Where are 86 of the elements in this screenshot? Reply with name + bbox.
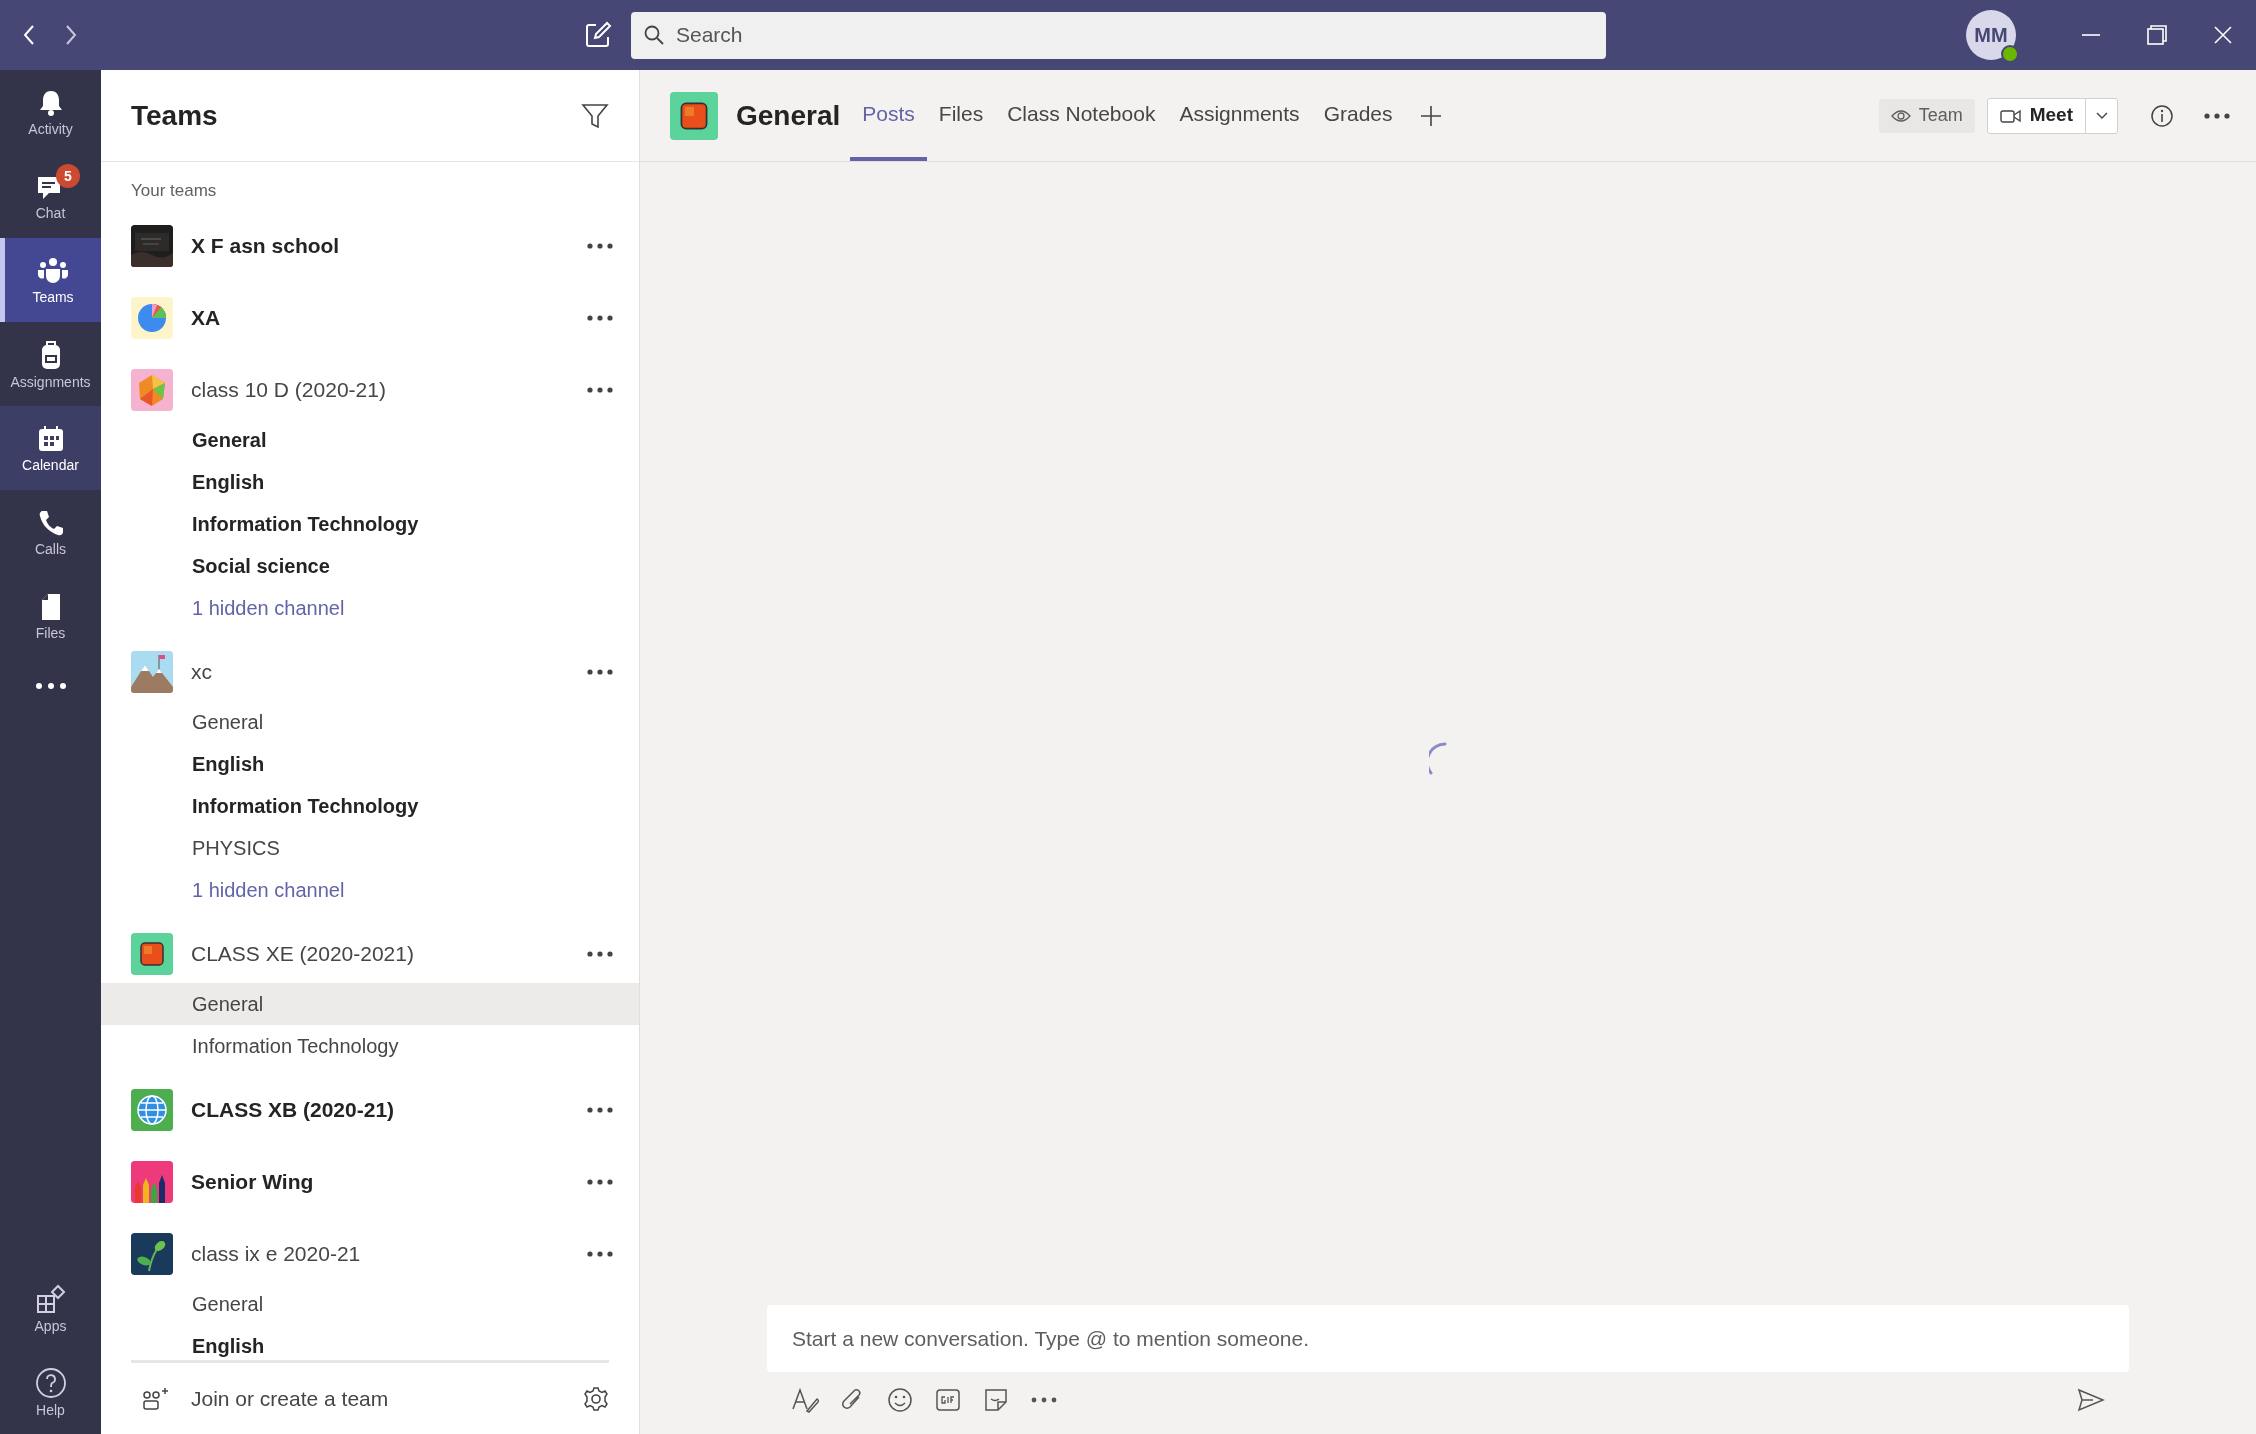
more-options-icon[interactable] — [587, 668, 613, 675]
search-field[interactable]: Search — [631, 11, 1606, 59]
sticker-icon[interactable] — [983, 1387, 1009, 1413]
tab[interactable]: Class Notebook — [995, 70, 1168, 161]
more-options-icon[interactable] — [1031, 1397, 1057, 1403]
channel-title: General — [736, 98, 841, 133]
tile-icon — [131, 932, 173, 975]
app-bar-item[interactable]: Assignments — [0, 322, 101, 406]
more-icon[interactable] — [34, 682, 67, 690]
apps-icon — [34, 1283, 67, 1315]
tab[interactable]: Files — [926, 70, 996, 161]
team-name[interactable]: CLASS XE (2020-2021) — [191, 937, 569, 970]
join-team-link[interactable]: Join or create a team — [191, 1382, 563, 1415]
emoji-icon[interactable] — [887, 1387, 913, 1413]
channel-item[interactable]: English — [101, 1324, 639, 1360]
settings-icon[interactable] — [583, 1385, 609, 1412]
team-name[interactable]: Senior Wing — [191, 1165, 569, 1198]
back-icon[interactable] — [22, 23, 36, 47]
app-bar-item[interactable]: Apps — [0, 1266, 101, 1350]
team-name[interactable]: class ix e 2020-21 — [191, 1237, 569, 1270]
tab[interactable]: Grades — [1311, 70, 1405, 161]
gif-icon[interactable] — [935, 1387, 961, 1413]
polyhedron-icon — [131, 368, 173, 411]
pie-chart-icon — [131, 296, 173, 339]
globe-icon — [131, 1088, 173, 1131]
add-tab-icon[interactable] — [1418, 103, 1443, 128]
channel-item[interactable]: Social science — [101, 544, 639, 587]
section-label: Your teams — [130, 180, 218, 202]
channel-item[interactable]: English — [101, 460, 639, 503]
team-name[interactable]: xc — [191, 655, 569, 688]
user-avatar[interactable]: MM — [1966, 10, 2016, 60]
app-bar-item[interactable]: Activity — [0, 70, 101, 154]
more-options-icon[interactable] — [587, 242, 613, 249]
more-options-icon[interactable] — [587, 386, 613, 393]
close-icon[interactable] — [2212, 24, 2234, 46]
filter-icon[interactable] — [581, 101, 609, 130]
eye-icon — [1890, 108, 1911, 123]
channel-item[interactable]: Information Technology — [101, 502, 639, 545]
tile-icon — [670, 91, 718, 140]
panel-title: Teams — [131, 98, 218, 133]
caret-icon — [2094, 110, 2109, 121]
channel-item[interactable]: General — [101, 1282, 639, 1325]
app-bar-item[interactable]: Files — [0, 574, 101, 658]
app-bar-item[interactable]: Calls — [0, 490, 101, 574]
people-icon — [36, 256, 70, 286]
hidden-channels-link[interactable]: 1 hidden channel — [101, 586, 639, 629]
channel-item[interactable]: General — [101, 982, 639, 1025]
channel-item[interactable]: English — [101, 742, 639, 785]
more-options-icon[interactable] — [587, 1178, 613, 1185]
app-bar-item[interactable]: Help — [0, 1350, 101, 1434]
more-options-icon[interactable] — [587, 1250, 613, 1257]
app-bar-item[interactable]: Chat 5 — [0, 154, 101, 238]
channel-item[interactable]: Information Technology — [101, 1024, 639, 1067]
video-camera-icon — [1999, 107, 2022, 124]
team-name[interactable]: CLASS XB (2020-21) — [191, 1093, 569, 1126]
tab[interactable]: Posts — [850, 70, 927, 161]
more-options-icon[interactable] — [587, 314, 613, 321]
team-name[interactable]: X F asn school — [191, 229, 569, 262]
team-name[interactable]: class 10 D (2020-21) — [191, 373, 569, 406]
channel-item[interactable]: General — [101, 700, 639, 743]
unread-badge: 5 — [56, 164, 80, 188]
mountain-icon — [131, 650, 173, 693]
pencils-icon — [131, 1160, 173, 1203]
channel-item[interactable]: PHYSICS — [101, 826, 639, 869]
more-options-icon[interactable] — [2204, 112, 2230, 119]
channel-item[interactable]: General — [101, 418, 639, 461]
info-icon[interactable] — [2150, 103, 2174, 128]
add-people-icon — [141, 1385, 171, 1412]
restore-icon[interactable] — [2146, 24, 2168, 46]
help-icon — [34, 1367, 67, 1399]
team-button[interactable]: Team — [1878, 98, 1975, 133]
compose-icon[interactable] — [584, 21, 612, 49]
forward-icon[interactable] — [64, 23, 78, 47]
channel-item[interactable]: Information Technology — [101, 784, 639, 827]
send-icon[interactable] — [2077, 1388, 2105, 1412]
sprout-icon — [131, 1232, 173, 1275]
app-bar-item[interactable]: Teams — [0, 238, 101, 322]
search-icon — [643, 23, 665, 46]
format-icon[interactable] — [791, 1387, 819, 1413]
tab[interactable]: Assignments — [1167, 70, 1312, 161]
more-options-icon[interactable] — [587, 1106, 613, 1113]
more-options-icon[interactable] — [587, 950, 613, 957]
team-name[interactable]: XA — [191, 301, 569, 334]
hidden-channels-link[interactable]: 1 hidden channel — [101, 868, 639, 911]
app-bar-item[interactable]: Calendar — [0, 406, 101, 490]
message-input[interactable]: Start a new conversation. Type @ to mention someone. — [767, 1305, 2129, 1372]
